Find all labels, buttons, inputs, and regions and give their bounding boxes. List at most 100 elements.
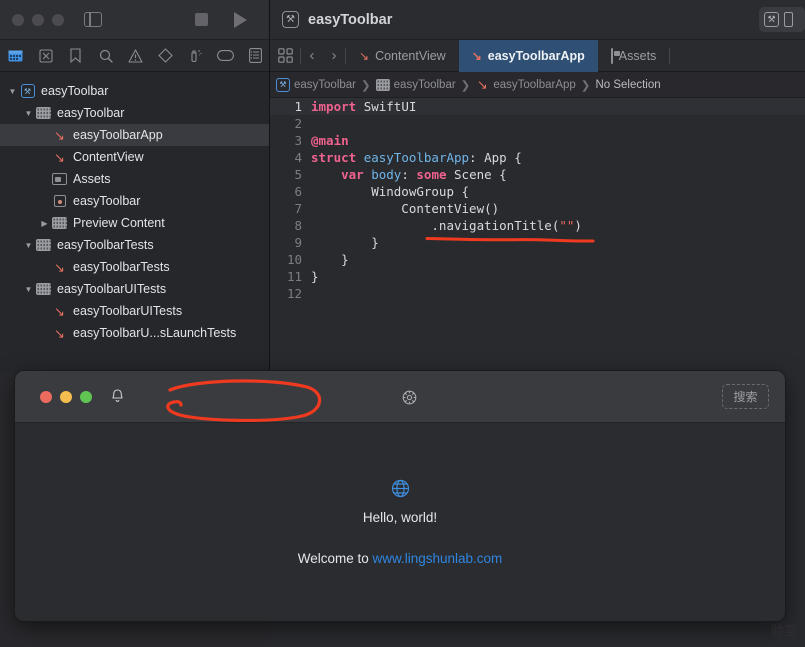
code-line[interactable]: 4 struct easyToolbarApp: App { <box>270 149 805 166</box>
code-line[interactable]: 1 import SwiftUI <box>270 98 805 115</box>
assets-icon <box>610 47 613 64</box>
sidebar-item-label: easyToolbarTests <box>57 238 154 252</box>
tab-assets[interactable]: Assets <box>598 40 670 72</box>
sidebar-item-label: Assets <box>73 172 111 186</box>
welcome-prefix-label: Welcome to <box>297 550 373 566</box>
line-number: 2 <box>294 116 302 131</box>
library-chip[interactable]: ⚒ <box>759 7 805 32</box>
sidebar-item-label: easyToolbarUITests <box>57 282 167 296</box>
hello-world-label: Hello, world! <box>362 509 438 525</box>
test-navigator-icon[interactable] <box>151 45 179 67</box>
code-token: ContentView() <box>311 201 500 216</box>
line-number: 9 <box>294 235 302 250</box>
line-number: 10 <box>286 252 302 267</box>
line-number: 4 <box>294 150 302 165</box>
sidebar-item-easytoolbaruitests[interactable]: ↘ easyToolbarUITests <box>0 300 269 322</box>
code-line[interactable]: 2 <box>270 115 805 132</box>
sidebar-item-label: easyToolbarUITests <box>73 304 183 318</box>
code-line[interactable]: 11} <box>270 268 805 285</box>
chevron-down-icon[interactable]: ▼ <box>22 109 35 118</box>
line-number: 1 <box>294 99 302 114</box>
line-number: 12 <box>286 286 302 301</box>
run-icon[interactable] <box>234 11 247 28</box>
code-line[interactable]: 12 <box>270 285 805 302</box>
minimize-button[interactable] <box>32 13 44 26</box>
folder-icon <box>35 106 52 121</box>
sidebar-item-label: easyToolbarU...sLaunchTests <box>73 326 237 340</box>
navigate-back-button[interactable]: ‹ <box>301 47 323 64</box>
code-line[interactable]: 10 } <box>270 251 805 268</box>
sidebar-item-easytoolbar[interactable]: ▼ ⚒ easyToolbar <box>0 80 269 102</box>
breadcrumb-label: easyToolbar <box>294 78 357 91</box>
code-token: : <box>401 167 417 182</box>
project-navigator[interactable]: ▼ ⚒ easyToolbar ▼ easyToolbar ↘ easyToolbarApp… <box>0 72 270 373</box>
stop-icon[interactable] <box>195 13 208 26</box>
preview-zoom-button[interactable] <box>80 390 92 403</box>
sidebar-item-assets[interactable]: Assets <box>0 168 269 190</box>
breakpoint-navigator-icon[interactable] <box>211 45 239 67</box>
sidebar-toggle-icon[interactable] <box>84 12 102 27</box>
sidebar-item-easytoolbaruitests[interactable]: ▼ easyToolbarUITests <box>0 278 269 300</box>
chevron-down-icon[interactable]: ▼ <box>22 285 35 294</box>
sidebar-item-preview-content[interactable]: ▶ Preview Content <box>0 212 269 234</box>
code-token: SwiftUI <box>363 99 417 114</box>
breadcrumb[interactable]: ⚒ easyToolbar ❯ easyToolbar ❯ ↘ easyToolbarApp… <box>270 72 805 98</box>
window-project-title: easyToolbar <box>308 11 393 28</box>
folder-navigator-icon[interactable] <box>2 45 30 67</box>
bookmark-navigator-icon[interactable] <box>62 45 90 67</box>
search-placeholder-label: 搜索 <box>733 390 758 404</box>
preview-minimize-button[interactable] <box>60 390 72 403</box>
breadcrumb-separator: ❯ <box>580 79 591 92</box>
swift-file-icon: ↘ <box>54 259 65 275</box>
sidebar-item-contentview[interactable]: ↘ ContentView <box>0 146 269 168</box>
breadcrumb-label: No Selection <box>595 78 661 91</box>
code-line[interactable]: 3 @main <box>270 132 805 149</box>
sidebar-item-easytoolbaru-slaunchtests[interactable]: ↘ easyToolbarU...sLaunchTests <box>0 322 269 344</box>
breadcrumb-label: easyToolbar <box>393 78 456 91</box>
code-line[interactable]: 6 WindowGroup { <box>270 183 805 200</box>
editor-options-icon[interactable] <box>270 48 300 63</box>
swift-file-icon: ↘ <box>54 325 65 341</box>
chevron-right-icon[interactable]: ▶ <box>38 219 51 228</box>
debug-navigator-icon[interactable] <box>181 45 209 67</box>
breadcrumb-item[interactable]: ⚒ easyToolbar <box>276 77 356 92</box>
bell-icon[interactable] <box>110 387 125 407</box>
globe-icon <box>391 479 410 502</box>
screenshot-root: ⚒ easyToolbar ⚒ ▼ ⚒ easyToolbar ▼ easyTo… <box>0 0 805 647</box>
folder-icon <box>35 282 52 297</box>
sidebar-item-easytoolbar[interactable]: easyToolbar <box>0 190 269 212</box>
navigator-selector-bar <box>0 40 270 72</box>
chevron-down-icon[interactable]: ▼ <box>22 241 35 250</box>
chevron-down-icon[interactable]: ▼ <box>6 87 19 96</box>
breadcrumb-item[interactable]: No Selection <box>595 79 660 91</box>
code-line[interactable]: 7 ContentView() <box>270 200 805 217</box>
zoom-button[interactable] <box>52 13 64 26</box>
watermark-text: 验室 <box>770 623 797 638</box>
code-line[interactable]: 5 var body: some Scene { <box>270 166 805 183</box>
close-button[interactable] <box>12 13 24 26</box>
tab-easytoolbarapp[interactable]: ↘ easyToolbarApp <box>458 39 598 72</box>
sidebar-item-easytoolbartests[interactable]: ↘ easyToolbarTests <box>0 256 269 278</box>
issue-navigator-icon[interactable] <box>122 45 150 67</box>
code-token: struct <box>311 150 364 165</box>
preview-close-button[interactable] <box>40 390 52 403</box>
breadcrumb-item[interactable]: ↘ easyToolbarApp <box>475 77 576 92</box>
sidebar-item-easytoolbartests[interactable]: ▼ easyToolbarTests <box>0 234 269 256</box>
code-token: easyToolbarApp <box>363 150 470 165</box>
code-line[interactable]: 8 .navigationTitle("") <box>270 217 805 234</box>
gear-icon[interactable] <box>400 388 419 412</box>
source-control-navigator-icon[interactable] <box>32 45 60 67</box>
website-link[interactable]: www.lingshunlab.com <box>372 551 502 566</box>
sidebar-item-easytoolbarapp[interactable]: ↘ easyToolbarApp <box>0 124 269 146</box>
search-input[interactable]: 搜索 <box>722 384 769 409</box>
inspector-toggle-icon[interactable] <box>784 12 793 27</box>
xcode-project-icon-small: ⚒ <box>764 12 779 27</box>
report-navigator-icon[interactable] <box>241 45 269 67</box>
code-token: } <box>311 269 319 284</box>
tab-contentview[interactable]: ↘ ContentView <box>346 40 459 72</box>
sidebar-item-easytoolbar[interactable]: ▼ easyToolbar <box>0 102 269 124</box>
preview-traffic-lights <box>40 390 92 403</box>
navigate-forward-button[interactable]: › <box>323 47 345 64</box>
search-navigator-icon[interactable] <box>92 45 120 67</box>
breadcrumb-item[interactable]: easyToolbar <box>375 77 456 92</box>
